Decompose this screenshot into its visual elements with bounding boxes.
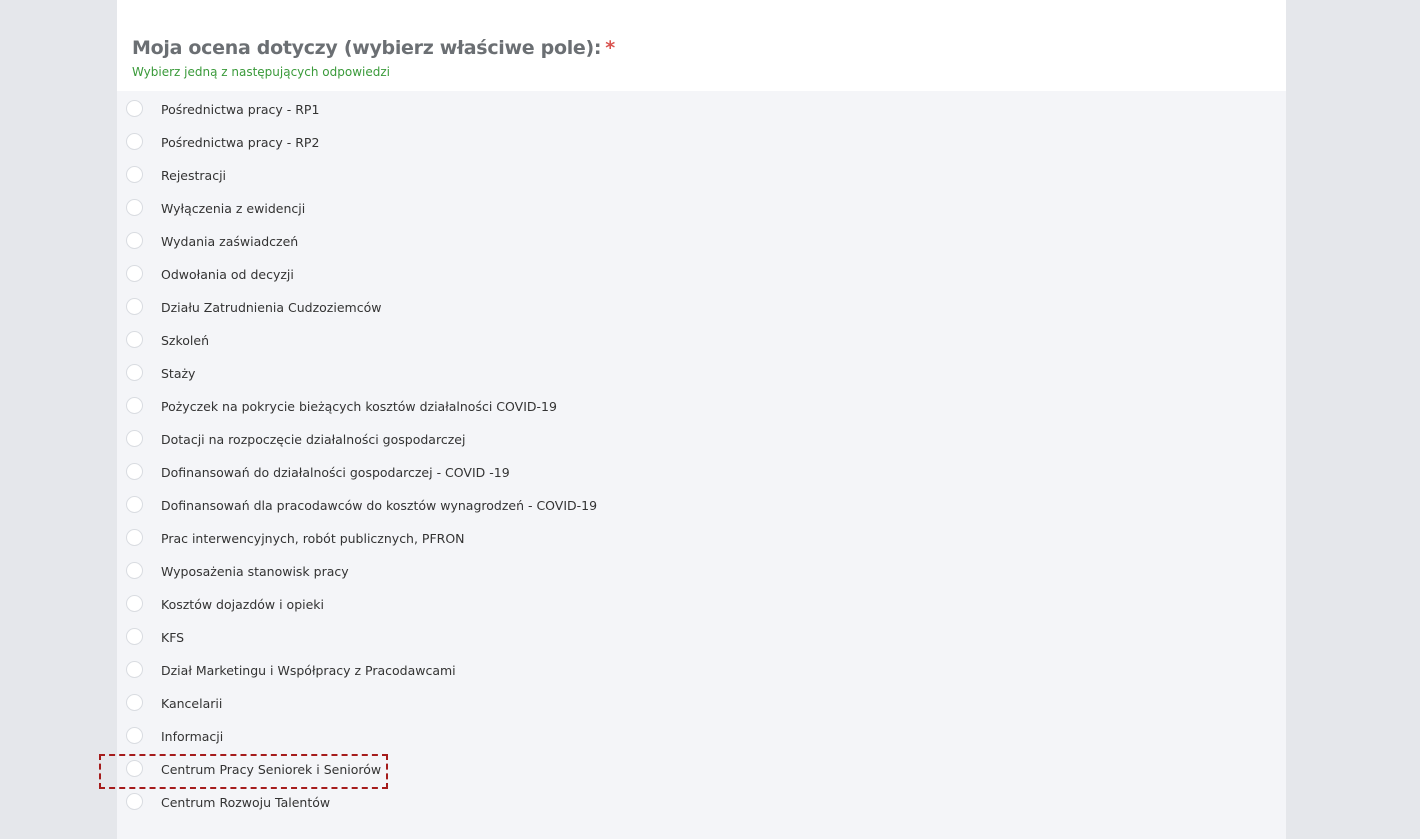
answer-label[interactable]: KFS: [161, 630, 184, 646]
radio-button[interactable]: [126, 694, 143, 711]
radio-button[interactable]: [126, 364, 143, 381]
radio-button[interactable]: [126, 661, 143, 678]
answer-list: Pośrednictwa pracy - RP1 Pośrednictwa pr…: [117, 91, 1286, 828]
answer-option-13[interactable]: Prac interwencyjnych, robót publicznych,…: [117, 529, 1286, 564]
answer-label[interactable]: Dofinansowań dla pracodawców do kosztów …: [161, 498, 597, 514]
radio-button[interactable]: [126, 793, 143, 810]
radio-button[interactable]: [126, 199, 143, 216]
survey-page: Moja ocena dotyczy (wybierz właściwe pol…: [117, 0, 1286, 839]
radio-button[interactable]: [126, 496, 143, 513]
radio-button[interactable]: [126, 562, 143, 579]
answer-option-20[interactable]: Centrum Pracy Seniorek i Seniorów: [117, 760, 1286, 795]
answer-label[interactable]: Pośrednictwa pracy - RP1: [161, 102, 319, 118]
answer-label[interactable]: Pożyczek na pokrycie bieżących kosztów d…: [161, 399, 557, 415]
answer-label[interactable]: Centrum Rozwoju Talentów: [161, 795, 330, 811]
answer-label[interactable]: Wydania zaświadczeń: [161, 234, 298, 250]
radio-button[interactable]: [126, 166, 143, 183]
answer-option-15[interactable]: Kosztów dojazdów i opieki: [117, 595, 1286, 630]
radio-button[interactable]: [126, 265, 143, 282]
radio-button[interactable]: [126, 529, 143, 546]
answer-label[interactable]: Informacji: [161, 729, 223, 745]
radio-button[interactable]: [126, 232, 143, 249]
answer-option-9[interactable]: Pożyczek na pokrycie bieżących kosztów d…: [117, 397, 1286, 432]
answer-label[interactable]: Wyposażenia stanowisk pracy: [161, 564, 349, 580]
answer-label[interactable]: Pośrednictwa pracy - RP2: [161, 135, 319, 151]
question-help-text: Wybierz jedną z następujących odpowiedzi: [132, 65, 390, 79]
answer-label[interactable]: Centrum Pracy Seniorek i Seniorów: [161, 762, 381, 778]
radio-button[interactable]: [126, 628, 143, 645]
radio-button[interactable]: [126, 331, 143, 348]
radio-button[interactable]: [126, 463, 143, 480]
answer-option-6[interactable]: Działu Zatrudnienia Cudzoziemców: [117, 298, 1286, 333]
radio-button[interactable]: [126, 298, 143, 315]
answer-option-4[interactable]: Wydania zaświadczeń: [117, 232, 1286, 267]
answer-label[interactable]: Dofinansowań do działalności gospodarcze…: [161, 465, 510, 481]
answer-option-3[interactable]: Wyłączenia z ewidencji: [117, 199, 1286, 234]
radio-button[interactable]: [126, 133, 143, 150]
answer-label[interactable]: Kancelarii: [161, 696, 222, 712]
answer-option-5[interactable]: Odwołania od decyzji: [117, 265, 1286, 300]
answer-option-10[interactable]: Dotacji na rozpoczęcie działalności gosp…: [117, 430, 1286, 465]
answer-option-2[interactable]: Rejestracji: [117, 166, 1286, 201]
answer-option-11[interactable]: Dofinansowań do działalności gospodarcze…: [117, 463, 1286, 498]
answer-label[interactable]: Staży: [161, 366, 195, 382]
answer-option-0[interactable]: Pośrednictwa pracy - RP1: [117, 100, 1286, 135]
answer-option-14[interactable]: Wyposażenia stanowisk pracy: [117, 562, 1286, 597]
answer-label[interactable]: Dział Marketingu i Współpracy z Pracodaw…: [161, 663, 456, 679]
answer-label[interactable]: Działu Zatrudnienia Cudzoziemców: [161, 300, 381, 316]
answer-label[interactable]: Szkoleń: [161, 333, 209, 349]
answer-option-8[interactable]: Staży: [117, 364, 1286, 399]
radio-button[interactable]: [126, 760, 143, 777]
question-title-text: Moja ocena dotyczy (wybierz właściwe pol…: [132, 37, 602, 59]
question-title: Moja ocena dotyczy (wybierz właściwe pol…: [132, 36, 1286, 60]
answer-option-16[interactable]: KFS: [117, 628, 1286, 663]
answer-option-21[interactable]: Centrum Rozwoju Talentów: [117, 793, 1286, 828]
answer-option-1[interactable]: Pośrednictwa pracy - RP2: [117, 133, 1286, 168]
answer-option-7[interactable]: Szkoleń: [117, 331, 1286, 366]
question-header: Moja ocena dotyczy (wybierz właściwe pol…: [117, 0, 1286, 91]
required-marker: *: [605, 37, 615, 59]
radio-button[interactable]: [126, 727, 143, 744]
radio-button[interactable]: [126, 100, 143, 117]
answer-label[interactable]: Kosztów dojazdów i opieki: [161, 597, 324, 613]
answer-label[interactable]: Dotacji na rozpoczęcie działalności gosp…: [161, 432, 465, 448]
answer-option-18[interactable]: Kancelarii: [117, 694, 1286, 729]
answer-option-17[interactable]: Dział Marketingu i Współpracy z Pracodaw…: [117, 661, 1286, 696]
answer-option-12[interactable]: Dofinansowań dla pracodawców do kosztów …: [117, 496, 1286, 531]
answer-label[interactable]: Odwołania od decyzji: [161, 267, 294, 283]
radio-button[interactable]: [126, 397, 143, 414]
answer-label[interactable]: Prac interwencyjnych, robót publicznych,…: [161, 531, 465, 547]
answer-label[interactable]: Wyłączenia z ewidencji: [161, 201, 305, 217]
answer-option-19[interactable]: Informacji: [117, 727, 1286, 762]
radio-button[interactable]: [126, 595, 143, 612]
radio-button[interactable]: [126, 430, 143, 447]
answer-label[interactable]: Rejestracji: [161, 168, 226, 184]
